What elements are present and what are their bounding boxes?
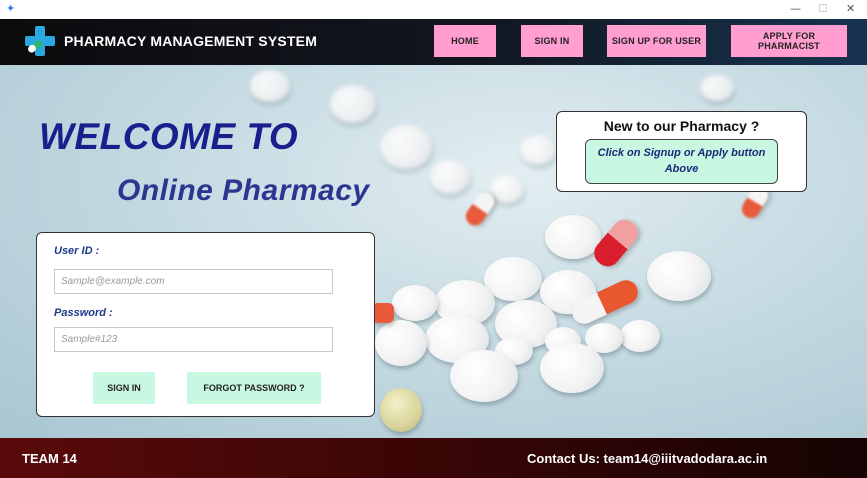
nav-sign-in-button[interactable]: SIGN IN xyxy=(521,25,583,57)
forgot-password-button[interactable]: FORGOT PASSWORD ? xyxy=(187,372,321,404)
welcome-heading: WELCOME TO xyxy=(39,116,299,157)
user-id-label: User ID : xyxy=(54,245,100,257)
password-input[interactable] xyxy=(54,327,333,352)
user-id-input[interactable] xyxy=(54,269,333,294)
new-user-title: New to our Pharmacy ? xyxy=(603,118,760,134)
minimize-button[interactable]: — xyxy=(790,2,801,16)
signup-hint-box: Click on Signup or Apply button Above xyxy=(585,139,778,184)
contact-info: Contact Us: team14@iiitvadodara.ac.in xyxy=(527,451,768,466)
nav-home-button[interactable]: HOME xyxy=(434,25,496,57)
password-label: Password : xyxy=(54,307,113,319)
sign-in-button[interactable]: SIGN IN xyxy=(93,372,155,404)
close-button[interactable]: ✕ xyxy=(846,2,855,16)
nav-sign-up-user-button[interactable]: SIGN UP FOR USER xyxy=(607,25,706,57)
nav-apply-pharmacist-button[interactable]: APPLY FOR PHARMACIST xyxy=(731,25,847,57)
app-footer: TEAM 14 Contact Us: team14@iiitvadodara.… xyxy=(0,438,867,478)
team-label: TEAM 14 xyxy=(22,451,77,466)
feather-icon: ✦ xyxy=(6,3,16,15)
online-pharmacy-heading: Online Pharmacy xyxy=(117,174,370,207)
signup-hint-line2: Above xyxy=(664,163,699,175)
app-title: PHARMACY MANAGEMENT SYSTEM xyxy=(64,33,318,49)
maximize-button[interactable]: ☐ xyxy=(818,2,828,16)
app-header: PHARMACY MANAGEMENT SYSTEM HOME SIGN IN … xyxy=(0,19,867,65)
new-user-panel: New to our Pharmacy ? Click on Signup or… xyxy=(556,111,807,192)
login-form: User ID : Password : SIGN IN FORGOT PASS… xyxy=(36,232,375,417)
window-titlebar: ✦ — ☐ ✕ xyxy=(0,0,867,19)
medical-cross-pill-icon xyxy=(25,26,55,56)
main-panel: WELCOME TO Online Pharmacy New to our Ph… xyxy=(0,65,867,438)
signup-hint-line1: Click on Signup or Apply button xyxy=(597,147,766,159)
